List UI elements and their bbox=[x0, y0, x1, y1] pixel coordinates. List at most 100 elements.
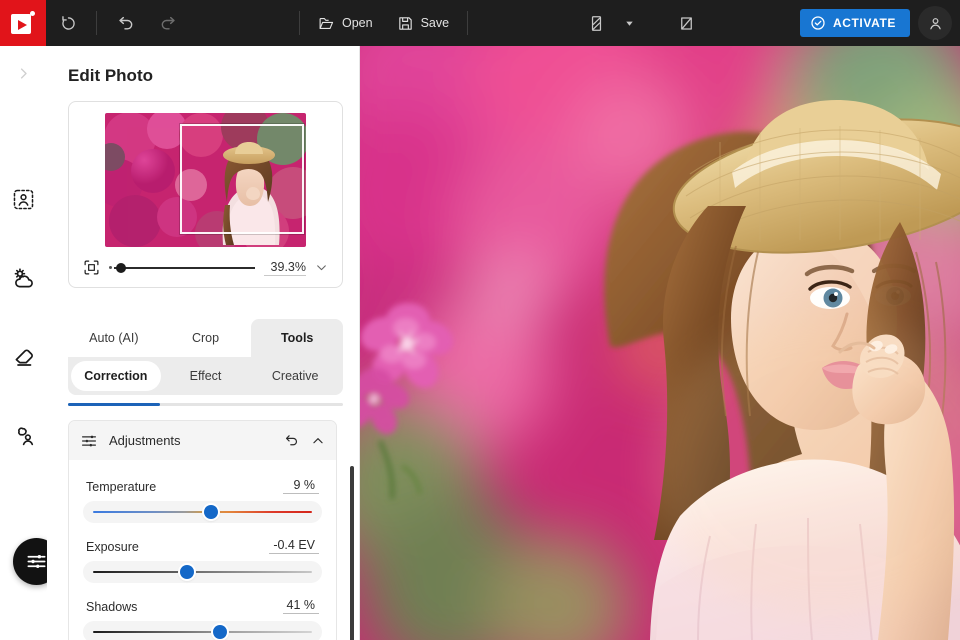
edited-photo bbox=[360, 46, 960, 640]
sliders-icon bbox=[27, 554, 46, 569]
photo-editor-app: Open Save ACTIVATE Edit Photo 39.3% Auto… bbox=[0, 0, 960, 640]
hide-edits-icon bbox=[680, 16, 692, 30]
fit-to-screen-button[interactable] bbox=[83, 259, 100, 276]
adjustments-title: Adjustments bbox=[109, 433, 181, 448]
tab-crop[interactable]: Crop bbox=[160, 319, 252, 357]
tab-tools[interactable]: Tools bbox=[251, 319, 344, 357]
slider-temperature-label: Temperature bbox=[86, 480, 157, 494]
slider-exposure-value[interactable]: -0.4 EV bbox=[269, 538, 319, 554]
toolbar-divider-1 bbox=[96, 11, 97, 35]
app-logo[interactable] bbox=[0, 0, 46, 46]
compare-button[interactable] bbox=[574, 0, 618, 46]
hide-edits-button[interactable] bbox=[664, 0, 708, 46]
top-toolbar: Open Save ACTIVATE bbox=[0, 0, 960, 46]
slider-temperature-value[interactable]: 9 % bbox=[283, 478, 319, 494]
account-button[interactable] bbox=[918, 6, 952, 40]
slider-temperature: Temperature 9 % bbox=[83, 470, 322, 523]
fit-to-screen-icon bbox=[84, 260, 99, 275]
sidebar-item-people-retouch[interactable] bbox=[7, 419, 41, 453]
slider-exposure: Exposure -0.4 EV bbox=[83, 530, 322, 583]
eraser-icon bbox=[15, 349, 33, 366]
slider-shadows-bar bbox=[93, 625, 312, 639]
slider-exposure-label: Exposure bbox=[86, 540, 139, 554]
reset-icon bbox=[61, 15, 75, 30]
open-button[interactable]: Open bbox=[306, 0, 385, 46]
tab-auto-ai-label: Auto (AI) bbox=[89, 331, 139, 345]
tools-rail bbox=[0, 46, 60, 640]
adjustments-header[interactable]: Adjustments bbox=[69, 421, 336, 460]
slider-temperature-header: Temperature 9 % bbox=[83, 470, 322, 501]
zoom-min-dot bbox=[109, 266, 112, 269]
reset-button[interactable] bbox=[46, 0, 90, 46]
compare-dropdown-button[interactable] bbox=[618, 0, 640, 46]
slider-exposure-knob[interactable] bbox=[180, 565, 195, 579]
undo-icon bbox=[119, 16, 133, 30]
secondary-tab-strip: Correction Effect Creative bbox=[68, 357, 343, 395]
zoom-preset-dropdown[interactable] bbox=[315, 261, 328, 274]
activate-label: ACTIVATE bbox=[832, 16, 896, 30]
slider-exposure-bar bbox=[93, 565, 312, 579]
person-in-dashed-frame-icon bbox=[13, 189, 34, 209]
slider-exposure-header: Exposure -0.4 EV bbox=[83, 530, 322, 561]
slider-shadows-track[interactable] bbox=[83, 621, 322, 640]
adjustments-body: Temperature 9 % Exposure -0.4 EV Shadows… bbox=[69, 460, 336, 640]
chevron-down-icon bbox=[317, 265, 326, 271]
zoom-control-row: 39.3% bbox=[80, 259, 331, 276]
slider-shadows-label: Shadows bbox=[86, 600, 138, 614]
chevron-right-icon bbox=[20, 67, 27, 79]
photo-editor-logo-icon bbox=[11, 11, 35, 35]
toolbar-divider-3 bbox=[467, 11, 469, 35]
sun-cloud-icon bbox=[14, 267, 33, 287]
account-person-icon bbox=[929, 17, 941, 29]
slider-shadows-header: Shadows 41 % bbox=[83, 590, 322, 621]
save-disk-icon bbox=[398, 16, 412, 30]
toolbar-divider-2 bbox=[299, 11, 300, 35]
chevron-up-icon bbox=[313, 437, 323, 443]
sidebar-item-sky-replacement[interactable] bbox=[7, 261, 41, 295]
zoom-slider-track[interactable] bbox=[114, 262, 255, 273]
activate-button[interactable]: ACTIVATE bbox=[799, 9, 910, 37]
adjustments-section: Adjustments Temperature 9 % Exposure -0.… bbox=[68, 420, 337, 640]
tab-progress-underline bbox=[68, 403, 343, 406]
redo-button[interactable] bbox=[147, 0, 191, 46]
navigator-card: 39.3% bbox=[68, 101, 343, 288]
slider-shadows-knob[interactable] bbox=[213, 625, 228, 639]
photo-canvas[interactable] bbox=[360, 46, 960, 640]
chevron-down-icon bbox=[625, 21, 633, 26]
slider-shadows: Shadows 41 % bbox=[83, 590, 322, 640]
slider-exposure-track[interactable] bbox=[83, 561, 322, 583]
tab-auto-ai[interactable]: Auto (AI) bbox=[68, 319, 160, 357]
adjustments-reset-button[interactable] bbox=[283, 432, 300, 449]
sidebar-item-portrait-select[interactable] bbox=[7, 182, 41, 216]
slider-temperature-knob[interactable] bbox=[204, 505, 219, 519]
page-title: Edit Photo bbox=[68, 66, 153, 85]
tab-creative[interactable]: Creative bbox=[250, 361, 340, 391]
tab-correction[interactable]: Correction bbox=[71, 361, 161, 391]
zoom-slider[interactable] bbox=[109, 262, 255, 273]
navigator-viewport-rect[interactable] bbox=[180, 124, 304, 234]
people-group-icon bbox=[17, 427, 33, 446]
redo-icon bbox=[161, 16, 175, 30]
navigator-thumb-wrap bbox=[80, 113, 331, 247]
mode-tabs: Auto (AI) Crop Tools Correction Effect C… bbox=[68, 319, 344, 406]
tab-effect[interactable]: Effect bbox=[161, 361, 251, 391]
undo-button[interactable] bbox=[103, 0, 147, 46]
zoom-level-value[interactable]: 39.3% bbox=[264, 260, 306, 276]
reset-arrow-icon bbox=[285, 435, 297, 446]
tab-crop-label: Crop bbox=[191, 331, 220, 345]
sidebar-item-eraser[interactable] bbox=[7, 340, 41, 374]
tab-creative-label: Creative bbox=[271, 369, 319, 383]
slider-temperature-track[interactable] bbox=[83, 501, 322, 523]
zoom-slider-handle[interactable] bbox=[116, 262, 126, 273]
tab-effect-label: Effect bbox=[189, 369, 222, 383]
primary-tab-strip: Auto (AI) Crop Tools bbox=[68, 319, 344, 357]
save-button[interactable]: Save bbox=[385, 0, 462, 46]
check-circle-icon bbox=[811, 16, 825, 30]
slider-shadows-value[interactable]: 41 % bbox=[282, 598, 319, 614]
adjustments-collapse-button[interactable] bbox=[311, 434, 325, 448]
navigator-thumbnail[interactable] bbox=[105, 113, 306, 247]
panel-scrollbar[interactable] bbox=[350, 466, 354, 640]
rail-tool-list bbox=[7, 182, 41, 453]
tab-correction-label: Correction bbox=[84, 369, 148, 383]
expand-rail-button[interactable] bbox=[7, 56, 41, 90]
